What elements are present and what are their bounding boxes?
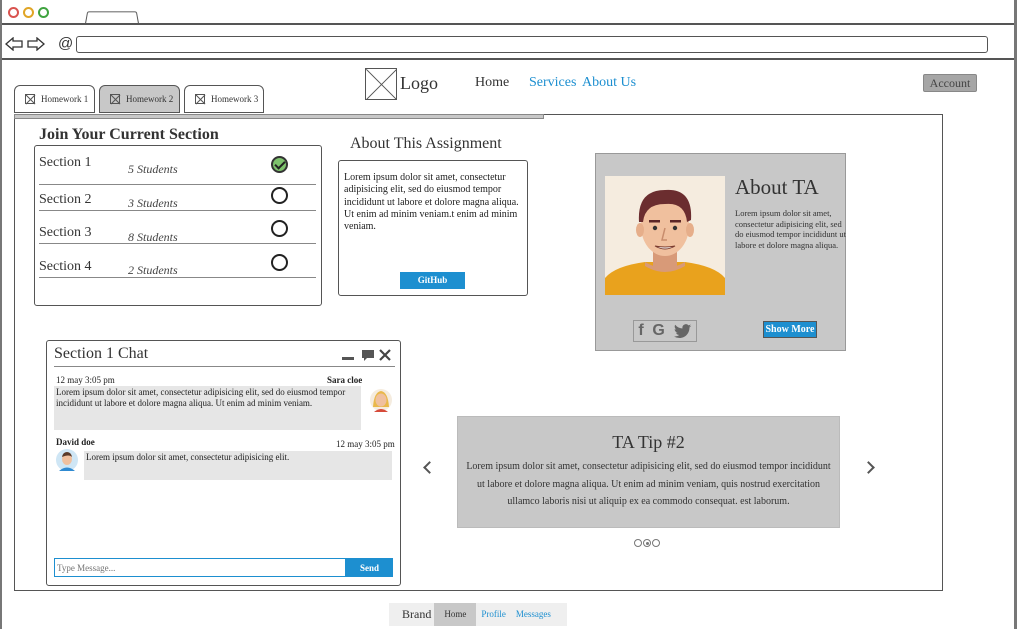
- send-button[interactable]: Send: [346, 558, 393, 577]
- assignment-title: About This Assignment: [350, 135, 502, 152]
- tab-homework-3[interactable]: Homework 3: [184, 85, 264, 113]
- nav-about-us[interactable]: About Us: [582, 75, 636, 91]
- footer-brand: Brand: [402, 607, 432, 621]
- section-student-count: 3 Students: [128, 196, 178, 210]
- tip-title: TA Tip #2: [612, 432, 685, 452]
- footer-link-home[interactable]: Home: [434, 603, 477, 626]
- footer-link-profile[interactable]: Profile: [476, 603, 511, 626]
- image-placeholder-icon: [25, 94, 35, 104]
- ta-avatar: [605, 176, 725, 295]
- chat-window-controls: [342, 349, 391, 361]
- twitter-icon[interactable]: [673, 323, 692, 339]
- tab-homework-2[interactable]: Homework 2: [99, 85, 180, 113]
- nav-home[interactable]: Home: [475, 75, 509, 91]
- show-more-button[interactable]: Show More: [763, 321, 817, 338]
- window-border-left: [0, 0, 2, 629]
- minimize-icon[interactable]: [342, 357, 354, 360]
- carousel-dot-1[interactable]: [634, 539, 642, 547]
- radio-circle-icon[interactable]: [271, 254, 288, 271]
- footer-link-messages[interactable]: Messages: [511, 603, 556, 626]
- logo-text: Logo: [400, 73, 438, 93]
- assignment-body: Lorem ipsum dolor sit amet, consectetur …: [344, 172, 519, 233]
- image-placeholder-icon: [110, 94, 120, 104]
- logo-image: [365, 68, 397, 100]
- at-icon: @: [58, 35, 74, 52]
- check-circle-icon[interactable]: [271, 156, 288, 173]
- tab-indicator-bar: [14, 114, 544, 119]
- section-row-4[interactable]: Section 4 2 Students: [39, 244, 316, 278]
- message-author: Sara cloe: [327, 375, 363, 385]
- message-time: 12 may 3:05 pm: [336, 439, 395, 449]
- male-avatar-icon: [56, 449, 78, 471]
- tab-label: Homework 2: [126, 94, 174, 104]
- carousel-dot-3[interactable]: [652, 539, 660, 547]
- browser-tab[interactable]: [84, 11, 140, 26]
- footer-nav: Brand Home Profile Messages: [389, 603, 567, 626]
- back-forward-icon[interactable]: [5, 37, 45, 51]
- google-icon[interactable]: G: [652, 322, 664, 340]
- comment-icon[interactable]: [362, 350, 374, 361]
- sections-title: Join Your Current Section: [39, 126, 219, 143]
- message-author: David doe: [56, 437, 95, 447]
- chat-divider: [54, 366, 395, 367]
- chat-title: Section 1 Chat: [54, 345, 149, 362]
- message-bubble: Lorem ipsum dolor sit amet, consectetur …: [84, 451, 392, 480]
- section-name: Section 3: [39, 225, 92, 240]
- message-time: 12 may 3:05 pm: [56, 375, 115, 385]
- facebook-icon[interactable]: f: [638, 322, 643, 340]
- section-row-3[interactable]: Section 3 8 Students: [39, 211, 316, 244]
- browser-toolbar: @: [0, 25, 1017, 60]
- ta-title: About TA: [735, 175, 819, 199]
- social-links: f G: [633, 320, 697, 342]
- image-placeholder-icon: [195, 94, 205, 104]
- section-row-2[interactable]: Section 2 3 Students: [39, 178, 316, 211]
- section-student-count: 2 Students: [128, 263, 178, 277]
- github-button[interactable]: GitHub: [400, 272, 465, 289]
- radio-circle-icon[interactable]: [271, 187, 288, 204]
- maximize-window-icon[interactable]: [38, 7, 49, 18]
- carousel-dot-2[interactable]: [643, 539, 651, 547]
- tab-homework-1[interactable]: Homework 1: [14, 85, 95, 113]
- section-student-count: 8 Students: [128, 230, 178, 244]
- browser-titlebar: [0, 0, 1017, 26]
- section-name: Section 4: [39, 259, 92, 274]
- close-icon[interactable]: [379, 349, 391, 361]
- minimize-window-icon[interactable]: [23, 7, 34, 18]
- tip-body: Lorem ipsum dolor sit amet, consectetur …: [466, 461, 831, 507]
- nav-services[interactable]: Services: [529, 75, 576, 91]
- ta-bio: Lorem ipsum dolor sit amet, consectetur …: [735, 208, 846, 250]
- url-bar[interactable]: [76, 36, 988, 53]
- section-student-count: 5 Students: [128, 162, 178, 176]
- account-button[interactable]: Account: [923, 74, 977, 92]
- tab-label: Homework 3: [211, 94, 259, 104]
- female-avatar-icon: [370, 389, 392, 412]
- section-name: Section 2: [39, 192, 92, 207]
- close-window-icon[interactable]: [8, 7, 19, 18]
- message-input[interactable]: [54, 558, 346, 577]
- radio-circle-icon[interactable]: [271, 220, 288, 237]
- section-name: Section 1: [39, 155, 92, 170]
- tab-label: Homework 1: [41, 94, 89, 104]
- message-bubble: Lorem ipsum dolor sit amet, consectetur …: [54, 386, 361, 430]
